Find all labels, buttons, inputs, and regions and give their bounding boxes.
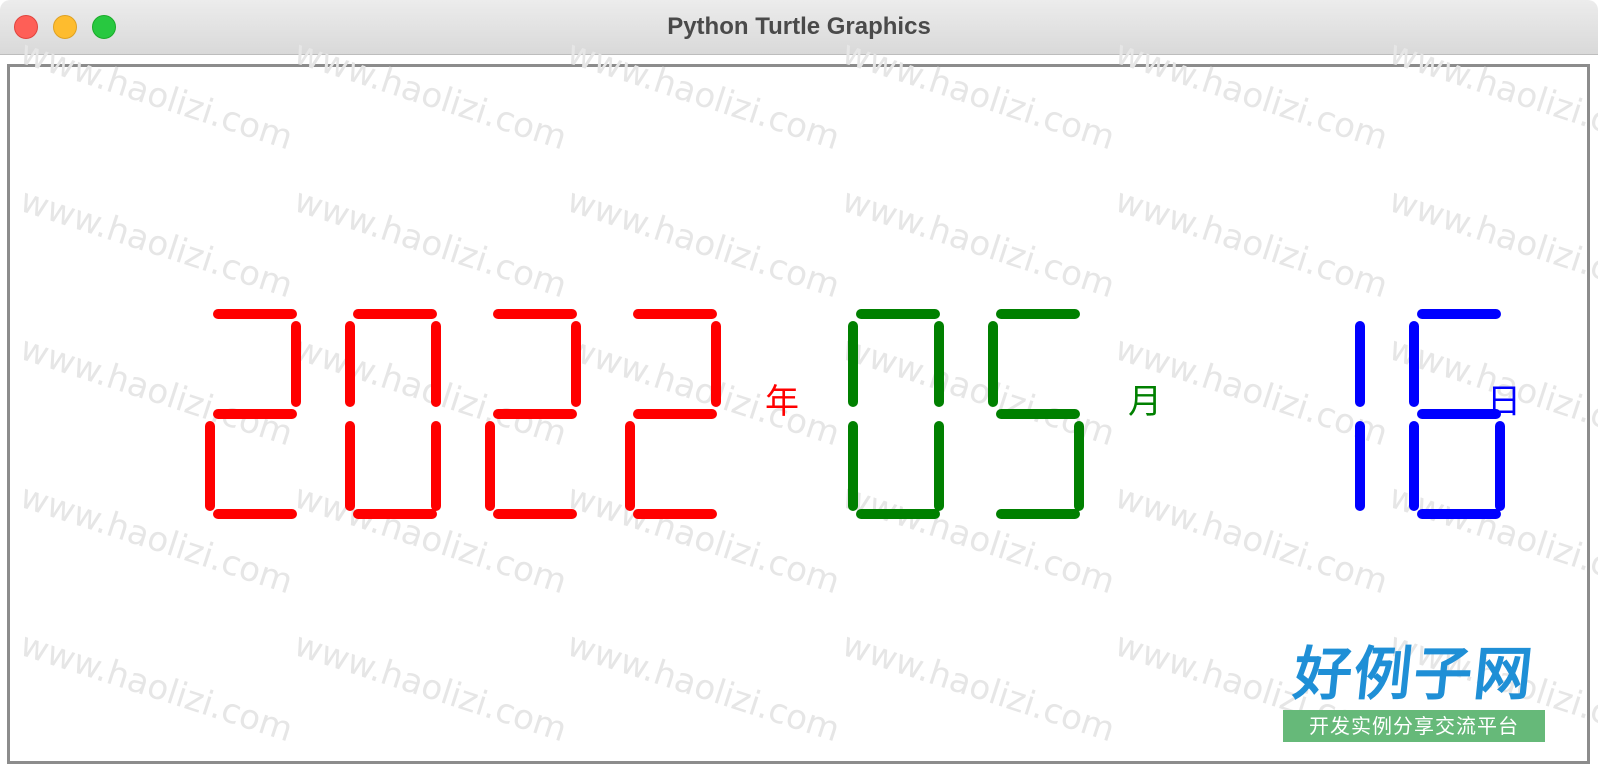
watermark-text: www.haolizi.com bbox=[289, 33, 571, 159]
watermark-text: www.haolizi.com bbox=[562, 477, 844, 603]
watermark-text: www.haolizi.com bbox=[1384, 181, 1598, 307]
watermark-text: www.haolizi.com bbox=[289, 477, 571, 603]
watermark-text: www.haolizi.com bbox=[289, 181, 571, 307]
watermark-text: www.haolizi.com bbox=[1110, 33, 1392, 159]
watermark-text: www.haolizi.com bbox=[837, 181, 1119, 307]
watermark-text: www.haolizi.com bbox=[837, 33, 1119, 159]
watermark-text: www.haolizi.com bbox=[15, 329, 297, 455]
watermark-text: www.haolizi.com bbox=[562, 33, 844, 159]
watermark-text: www.haolizi.com bbox=[289, 329, 571, 455]
watermark-text: www.haolizi.com bbox=[1384, 33, 1598, 159]
watermark-text: www.haolizi.com bbox=[289, 625, 571, 751]
watermark-text: www.haolizi.com bbox=[1110, 477, 1392, 603]
watermark-text: www.haolizi.com bbox=[15, 181, 297, 307]
watermark-text: www.haolizi.com bbox=[562, 625, 844, 751]
month-unit-label: 月 bbox=[1128, 382, 1162, 422]
watermark-text: www.haolizi.com bbox=[15, 477, 297, 603]
year-unit-label: 年 bbox=[765, 382, 799, 422]
watermark-text: www.haolizi.com bbox=[562, 181, 844, 307]
watermark-text: www.haolizi.com bbox=[15, 33, 297, 159]
watermark-text: www.haolizi.com bbox=[1110, 181, 1392, 307]
watermark-text: www.haolizi.com bbox=[837, 625, 1119, 751]
watermark-text: www.haolizi.com bbox=[15, 625, 297, 751]
watermark-logo-subtitle: 开发实例分享交流平台 bbox=[1283, 710, 1545, 742]
watermark-logo: 好例子网 bbox=[1290, 640, 1538, 708]
day-unit-label: 日 bbox=[1487, 382, 1521, 422]
watermark-text: www.haolizi.com bbox=[562, 329, 844, 455]
